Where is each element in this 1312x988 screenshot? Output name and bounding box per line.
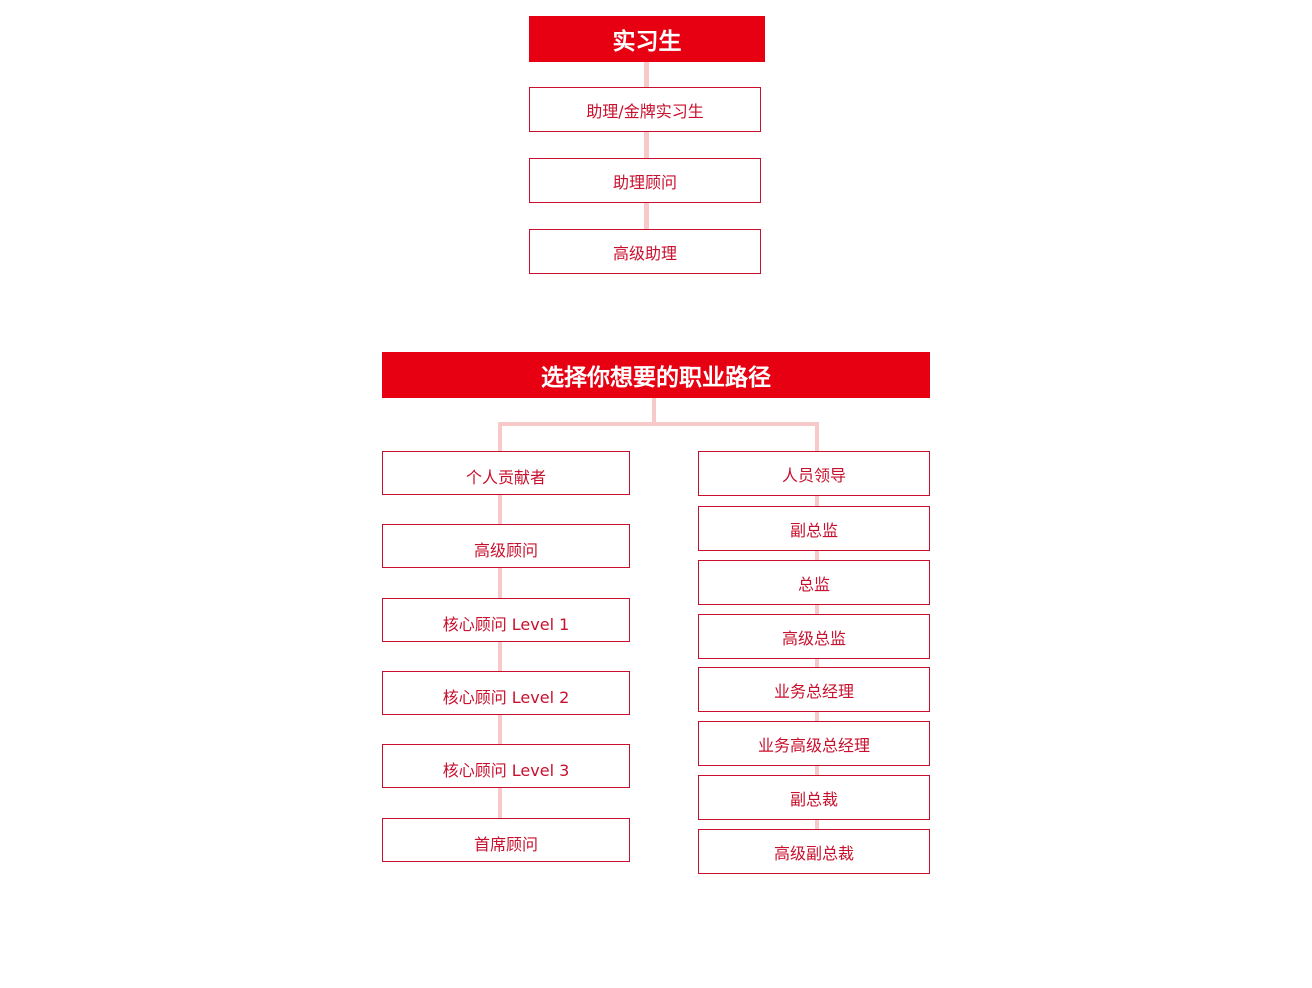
intern-step-senior-assistant: 高级助理 xyxy=(529,229,761,274)
individual-node-core-consultant-level-1: 核心顾问 Level 1 xyxy=(382,598,630,642)
career-path-header: 选择你想要的职业路径 xyxy=(382,352,930,398)
intern-step-label: 高级助理 xyxy=(612,243,677,263)
individual-node-contributor: 个人贡献者 xyxy=(382,451,630,495)
leadership-node-vice-president: 副总裁 xyxy=(698,775,930,820)
leadership-node-associate-director: 副总监 xyxy=(698,506,930,551)
leadership-node-label: 业务高级总经理 xyxy=(757,735,870,755)
leadership-node-senior-director: 高级总监 xyxy=(698,614,930,659)
individual-node-label: 核心顾问 Level 1 xyxy=(442,615,570,634)
career-trunk-connector xyxy=(652,396,656,424)
intern-step-label: 助理/金牌实习生 xyxy=(586,101,704,121)
intern-header-title: 实习生 xyxy=(612,29,682,55)
leadership-node-label: 副总裁 xyxy=(789,789,838,809)
leadership-node-label: 高级总监 xyxy=(781,628,846,648)
individual-node-label: 高级顾问 xyxy=(473,541,538,560)
leadership-node-label: 副总监 xyxy=(789,520,838,540)
individual-node-chief-consultant: 首席顾问 xyxy=(382,818,630,862)
leadership-node-business-senior-general-manager: 业务高级总经理 xyxy=(698,721,930,766)
intern-step-label: 助理顾问 xyxy=(612,172,677,192)
individual-node-senior-consultant: 高级顾问 xyxy=(382,524,630,568)
leadership-node-label: 业务总经理 xyxy=(773,681,854,701)
intern-connector-line xyxy=(644,60,649,230)
individual-node-core-consultant-level-2: 核心顾问 Level 2 xyxy=(382,671,630,715)
leadership-node-director: 总监 xyxy=(698,560,930,605)
intern-header: 实习生 xyxy=(529,16,765,62)
individual-node-core-consultant-level-3: 核心顾问 Level 3 xyxy=(382,744,630,788)
leadership-node-label: 总监 xyxy=(797,574,830,594)
leadership-node-business-general-manager: 业务总经理 xyxy=(698,667,930,712)
individual-node-label: 核心顾问 Level 2 xyxy=(442,688,570,707)
leadership-node-label: 高级副总裁 xyxy=(773,843,854,863)
leadership-node-people-leader: 人员领导 xyxy=(698,451,930,496)
individual-node-label: 首席顾问 xyxy=(473,835,538,854)
intern-step-assistant-gold-intern: 助理/金牌实习生 xyxy=(529,87,761,132)
career-branch-connector xyxy=(498,422,819,426)
individual-node-label: 核心顾问 Level 3 xyxy=(442,761,570,780)
career-path-header-title: 选择你想要的职业路径 xyxy=(541,365,771,391)
intern-step-assistant-consultant: 助理顾问 xyxy=(529,158,761,203)
individual-node-label: 个人贡献者 xyxy=(465,468,546,487)
leadership-node-senior-vice-president: 高级副总裁 xyxy=(698,829,930,874)
leadership-node-label: 人员领导 xyxy=(781,465,846,485)
